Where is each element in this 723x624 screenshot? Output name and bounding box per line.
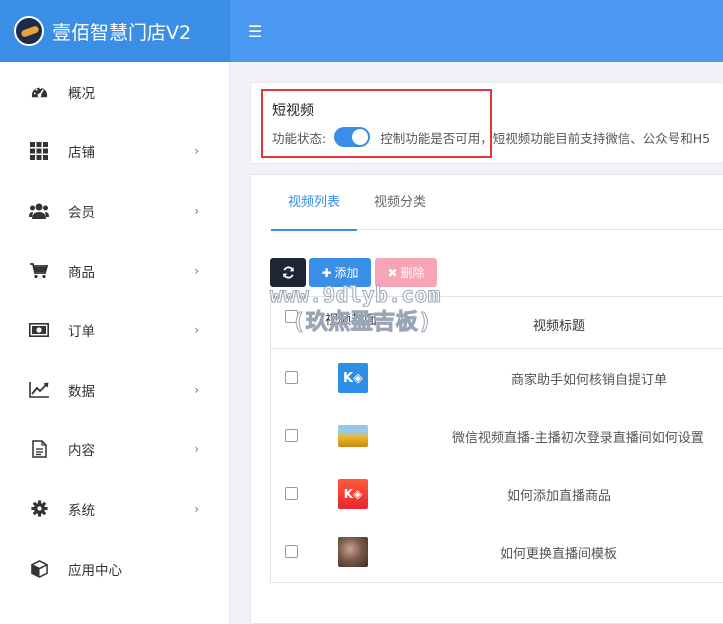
status-label: 功能状态: [272, 130, 327, 146]
sidebar-item-label: 系统 [68, 502, 95, 519]
video-cover-image [338, 537, 368, 567]
feature-toggle[interactable] [334, 127, 371, 147]
video-title: 微信视频直播-主播初次登录直播间如何设置 [452, 431, 704, 446]
money-icon [29, 320, 49, 340]
sidebar-item-content[interactable]: 内容 › [0, 420, 229, 480]
sidebar-item-label: 数据 [68, 383, 95, 400]
table-header: 视频封面 视频标题 [271, 297, 723, 349]
tab-video-list[interactable]: 视频列表 [271, 175, 358, 231]
sidebar-item-label: 订单 [68, 324, 95, 341]
select-all-checkbox[interactable] [285, 310, 298, 323]
feature-description: 控制功能是否可用，短视频功能目前支持微信、公众号和H5 [380, 130, 711, 146]
toggle-knob [352, 129, 369, 145]
chevron-right-icon: › [194, 442, 199, 457]
chevron-right-icon: › [194, 263, 199, 278]
gear-icon [29, 499, 49, 519]
users-icon [29, 201, 49, 221]
sidebar-item-store[interactable]: 店铺 › [0, 122, 229, 182]
dashboard-icon [29, 82, 49, 102]
grid-icon [29, 141, 49, 161]
sidebar-item-label: 店铺 [68, 145, 95, 162]
table-row[interactable]: 如何更换直播间模板 [271, 523, 723, 581]
video-cover-image: K◈ [338, 363, 368, 393]
delete-label: 删除 [400, 266, 425, 280]
video-title: 如何更换直播间模板 [500, 547, 618, 562]
chevron-right-icon: › [194, 323, 199, 338]
feature-status-row: 功能状态: 控制功能是否可用，短视频功能目前支持微信、公众号和H5 [272, 127, 710, 147]
add-button[interactable]: ✚ 添加 [309, 258, 371, 287]
chevron-right-icon: › [194, 203, 199, 218]
sidebar-item-label: 商品 [68, 264, 95, 281]
table-row[interactable]: 微信视频直播-主播初次登录直播间如何设置 [271, 407, 723, 465]
top-bar: ☰ [230, 0, 723, 62]
sidebar-item-app-center[interactable]: 应用中心 [0, 539, 229, 599]
video-cover-image: K◈ [338, 479, 368, 509]
sidebar-item-orders[interactable]: 订单 › [0, 300, 229, 360]
table-row[interactable]: K◈ 如何添加直播商品 [271, 465, 723, 523]
document-icon [29, 439, 49, 459]
column-header-cover: 视频封面 [325, 313, 378, 328]
video-cover-image [338, 425, 368, 447]
menu-toggle-icon[interactable]: ☰ [248, 22, 262, 41]
row-checkbox[interactable] [285, 429, 298, 442]
row-checkbox[interactable] [285, 371, 298, 384]
column-header-title: 视频标题 [533, 319, 586, 334]
row-checkbox[interactable] [285, 487, 298, 500]
plus-icon: ✚ [321, 265, 332, 280]
feature-title: 短视频 [272, 103, 314, 119]
chevron-right-icon: › [194, 144, 199, 159]
video-list-card: 视频列表 视频分类 ✚ 添加 ✖ 删除 视频封面 视频标题 K◈ 商家助手如何核… [250, 174, 723, 624]
sidebar: 概况 店铺 › 会员 › 商品 › 订单 › 数据 › 内容 › 系统 › 应用… [0, 62, 230, 624]
row-checkbox[interactable] [285, 545, 298, 558]
sidebar-item-goods[interactable]: 商品 › [0, 241, 229, 301]
refresh-button[interactable] [270, 258, 306, 287]
sidebar-item-members[interactable]: 会员 › [0, 181, 229, 241]
video-title: 商家助手如何核销自提订单 [511, 373, 668, 388]
sidebar-item-label: 应用中心 [68, 562, 122, 579]
close-icon: ✖ [387, 265, 398, 280]
cube-icon [29, 559, 49, 579]
sidebar-item-overview[interactable]: 概况 [0, 62, 229, 122]
video-table: 视频封面 视频标题 K◈ 商家助手如何核销自提订单 微信视频直播-主播初次登录直… [270, 296, 723, 583]
chart-icon [29, 380, 49, 400]
tab-bar: 视频列表 视频分类 [271, 175, 723, 231]
add-label: 添加 [334, 266, 359, 280]
sidebar-item-system[interactable]: 系统 › [0, 479, 229, 539]
chevron-right-icon: › [194, 501, 199, 516]
sidebar-item-data[interactable]: 数据 › [0, 360, 229, 420]
app-title: 壹佰智慧门店V2 [52, 21, 192, 44]
table-row[interactable]: K◈ 商家助手如何核销自提订单 [271, 349, 723, 407]
video-title: 如何添加直播商品 [507, 489, 612, 504]
sidebar-item-label: 会员 [68, 204, 95, 221]
sidebar-item-label: 概况 [68, 85, 95, 102]
cart-icon [29, 261, 49, 281]
sidebar-item-label: 内容 [68, 443, 95, 460]
app-logo [14, 16, 44, 46]
refresh-icon [282, 266, 294, 279]
chevron-right-icon: › [194, 382, 199, 397]
feature-card: 短视频 功能状态: 控制功能是否可用，短视频功能目前支持微信、公众号和H5 [250, 82, 723, 164]
tab-video-category[interactable]: 视频分类 [357, 175, 443, 230]
brand: 壹佰智慧门店V2 [0, 0, 230, 62]
delete-button[interactable]: ✖ 删除 [375, 258, 437, 287]
